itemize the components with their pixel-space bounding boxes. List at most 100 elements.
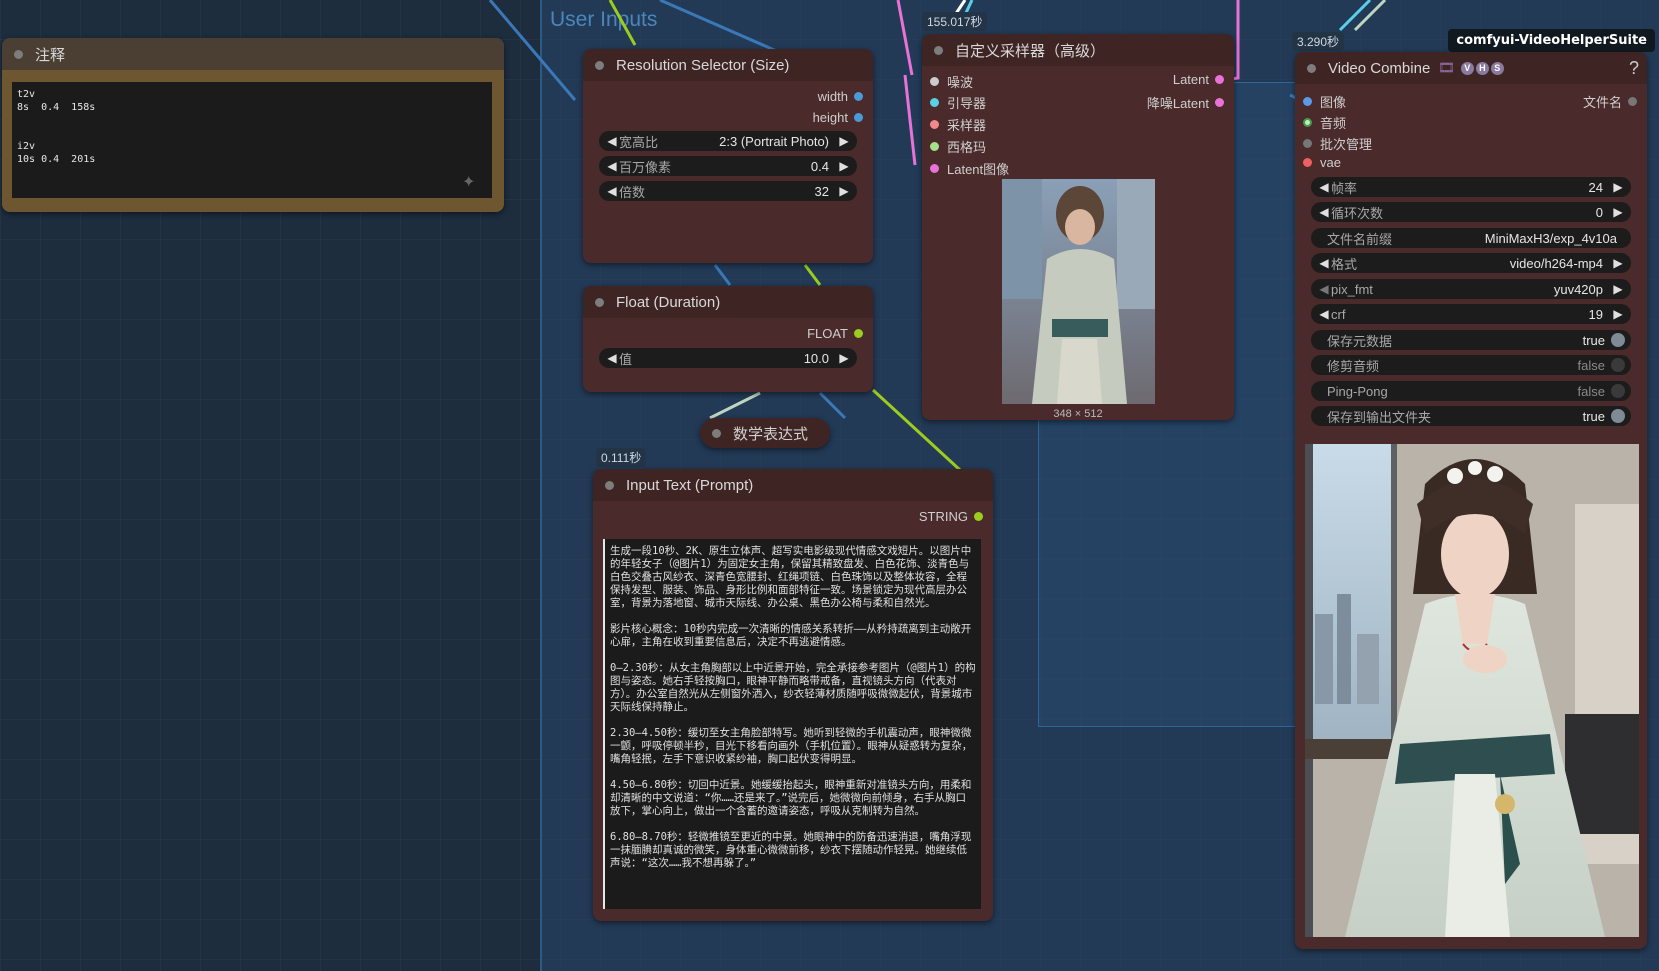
crf-widget[interactable]: ◀ crf 19 ▶ [1311,304,1631,324]
sparkle-icon[interactable]: ✦ [462,172,475,191]
input-label: vae [1320,155,1341,170]
collapse-dot-icon[interactable] [595,297,604,307]
decrement-arrow-icon[interactable]: ◀ [1317,205,1331,219]
widget-label: 格式 [1331,256,1358,272]
input-sampler[interactable]: 采样器 [930,115,986,134]
output-socket[interactable] [974,512,983,521]
input-noise[interactable]: 噪波 [930,72,973,91]
input-socket[interactable] [1303,158,1312,167]
output-latent[interactable]: Latent [1173,72,1224,87]
toggle-knob[interactable] [1611,358,1625,372]
output-string[interactable]: STRING [919,509,983,524]
output-label: 文件名 [1582,95,1622,110]
sampler-title: 自定义采样器（高级） [955,42,1106,60]
output-denoised-latent[interactable]: 降噪Latent [1147,93,1224,112]
input-latent[interactable]: Latent图像 [930,159,1009,178]
video-combine-node[interactable]: Video Combine 🎞 V H S ? 图像 音频 批次管理 vae 文… [1295,52,1647,949]
collapse-dot-icon[interactable] [605,480,614,490]
toggle-knob[interactable] [1611,384,1625,398]
increment-arrow-icon[interactable]: ▶ [1611,307,1625,321]
float-header[interactable]: Float (Duration) [583,286,873,318]
save-output-toggle[interactable]: 保存到输出文件夹 true [1311,406,1631,426]
output-float[interactable]: FLOAT [807,326,863,341]
custom-sampler-node[interactable]: 自定义采样器（高级） 噪波 引导器 采样器 西格玛 Latent图像 Laten… [922,34,1234,420]
collapse-dot-icon[interactable] [595,60,604,70]
output-socket[interactable] [854,329,863,338]
output-socket[interactable] [1628,97,1637,106]
input-images[interactable]: 图像 [1303,92,1346,111]
input-socket[interactable] [930,120,939,129]
note-text-area[interactable]: t2v 8s 0.4 158s i2v 10s 0.4 201s [12,82,492,198]
increment-arrow-icon[interactable]: ▶ [1611,205,1625,219]
output-width[interactable]: width [818,89,863,104]
decrement-arrow-icon[interactable]: ◀ [1317,180,1331,194]
pix-fmt-widget[interactable]: ◀ pix_fmt yuv420p ▶ [1311,279,1631,299]
decrement-arrow-icon[interactable]: ◀ [1317,307,1331,321]
input-socket[interactable] [1303,97,1312,106]
increment-arrow-icon[interactable]: ▶ [1611,256,1625,270]
math-expression-node[interactable]: 数学表达式 [700,418,830,448]
aspect-ratio-widget[interactable]: ◀ 宽高比 2:3 (Portrait Photo) ▶ [599,131,857,151]
trim-audio-toggle[interactable]: 修剪音频 false [1311,355,1631,375]
decrement-arrow-icon[interactable]: ◀ [605,134,619,148]
decrement-arrow-icon[interactable]: ◀ [605,184,619,198]
resolution-selector-node[interactable]: Resolution Selector (Size) width height … [583,49,873,263]
input-batch-manager[interactable]: 批次管理 [1303,134,1372,153]
output-socket[interactable] [854,113,863,122]
input-socket[interactable] [930,164,939,173]
input-socket[interactable] [1303,118,1312,127]
input-sigmas[interactable]: 西格玛 [930,137,986,156]
megapixels-widget[interactable]: ◀ 百万像素 0.4 ▶ [599,156,857,176]
video-header[interactable]: Video Combine 🎞 V H S ? [1295,52,1647,84]
increment-arrow-icon[interactable]: ▶ [837,134,851,148]
input-socket[interactable] [930,142,939,151]
output-socket[interactable] [1215,98,1224,107]
input-socket[interactable] [930,77,939,86]
input-vae[interactable]: vae [1303,155,1341,170]
decrement-arrow-icon[interactable]: ◀ [1317,282,1331,296]
toggle-knob[interactable] [1611,333,1625,347]
increment-arrow-icon[interactable]: ▶ [837,159,851,173]
input-socket[interactable] [930,98,939,107]
increment-arrow-icon[interactable]: ▶ [837,184,851,198]
increment-arrow-icon[interactable]: ▶ [837,351,851,365]
note-header[interactable]: 注释 [2,38,504,70]
value-widget[interactable]: ◀ 值 10.0 ▶ [599,348,857,368]
input-guider[interactable]: 引导器 [930,93,986,112]
multiple-widget[interactable]: ◀ 倍数 32 ▶ [599,181,857,201]
resolution-header[interactable]: Resolution Selector (Size) [583,49,873,81]
help-icon[interactable]: ? [1629,58,1639,79]
increment-arrow-icon[interactable]: ▶ [1611,180,1625,194]
latent-preview-image [1002,179,1155,404]
input-text-node[interactable]: Input Text (Prompt) STRING 生成一段10秒、2K、原生… [593,469,993,921]
output-height[interactable]: height [813,110,863,125]
sampler-header[interactable]: 自定义采样器（高级） [922,34,1234,66]
ping-pong-toggle[interactable]: Ping-Pong false [1311,381,1631,401]
group-title[interactable]: User Inputs [550,8,657,32]
decrement-arrow-icon[interactable]: ◀ [605,351,619,365]
input-audio[interactable]: 音频 [1303,113,1346,132]
prompt-header[interactable]: Input Text (Prompt) [593,469,993,501]
frame-rate-widget[interactable]: ◀ 帧率 24 ▶ [1311,177,1631,197]
collapse-dot-icon[interactable] [712,428,721,438]
output-socket[interactable] [1215,75,1224,84]
input-socket[interactable] [1303,139,1312,148]
output-float-label: FLOAT [807,326,848,341]
collapse-dot-icon[interactable] [1307,63,1316,73]
toggle-knob[interactable] [1611,409,1625,423]
collapse-dot-icon[interactable] [934,45,943,55]
prompt-text-area[interactable]: 生成一段10秒、2K、原生立体声、超写实电影级现代情感文戏短片。以图片中的年轻女… [603,539,981,909]
decrement-arrow-icon[interactable]: ◀ [1317,256,1331,270]
collapse-dot-icon[interactable] [14,49,23,59]
output-filenames[interactable]: 文件名 [1583,92,1637,111]
decrement-arrow-icon[interactable]: ◀ [605,159,619,173]
loop-count-widget[interactable]: ◀ 循环次数 0 ▶ [1311,202,1631,222]
increment-arrow-icon[interactable]: ▶ [1611,282,1625,296]
note-node[interactable]: 注释 t2v 8s 0.4 158s i2v 10s 0.4 201s ✦ [2,38,504,212]
float-duration-node[interactable]: Float (Duration) FLOAT ◀ 值 10.0 ▶ [583,286,873,392]
filename-prefix-widget[interactable]: 文件名前缀 MiniMaxH3/exp_4v10a [1311,228,1631,248]
video-preview-image[interactable] [1305,444,1639,937]
output-socket[interactable] [854,92,863,101]
save-metadata-toggle[interactable]: 保存元数据 true [1311,330,1631,350]
format-widget[interactable]: ◀ 格式 video/h264-mp4 ▶ [1311,253,1631,273]
